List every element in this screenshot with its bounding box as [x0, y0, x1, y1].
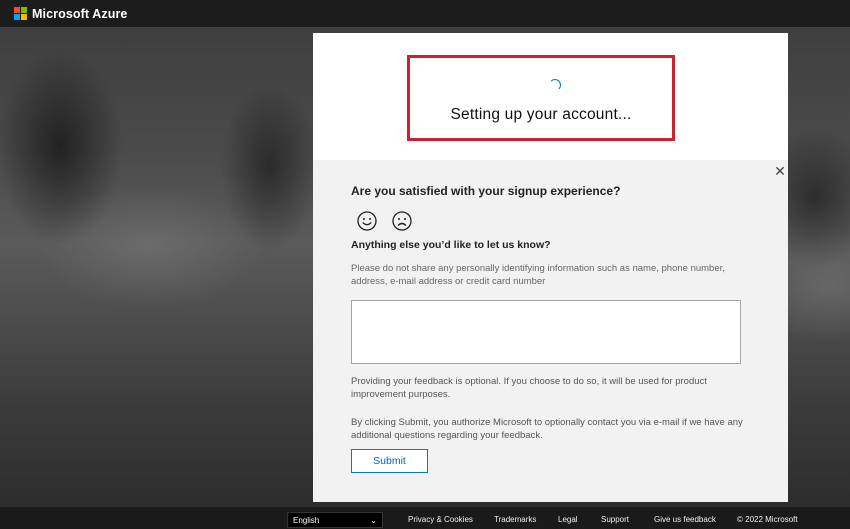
frown-icon[interactable]: [391, 210, 413, 232]
legal-link[interactable]: Legal: [558, 515, 578, 524]
footer: English ⌄ Privacy & Cookies Trademarks L…: [0, 507, 850, 529]
language-value: English: [293, 515, 320, 525]
highlight-box: [407, 55, 675, 141]
language-select[interactable]: English ⌄: [287, 512, 383, 528]
submit-button[interactable]: Submit: [351, 449, 428, 473]
status-text: Setting up your account...: [450, 106, 632, 123]
microsoft-logo-icon: [14, 7, 27, 20]
feedback-input[interactable]: [351, 300, 741, 364]
smile-icon[interactable]: [356, 210, 378, 232]
loading-spinner-icon: [549, 79, 561, 91]
feedback-panel: ✕ Are you satisfied with your signup exp…: [313, 160, 788, 502]
close-icon[interactable]: ✕: [773, 164, 787, 178]
brand-title: Microsoft Azure: [32, 6, 128, 21]
optional-note: Providing your feedback is optional. If …: [351, 376, 707, 400]
top-bar: Microsoft Azure: [0, 0, 850, 27]
give-feedback-link[interactable]: Give us feedback: [654, 515, 716, 524]
privacy-hint: Please do not share any personally ident…: [351, 263, 725, 287]
support-link[interactable]: Support: [601, 515, 629, 524]
trademarks-link[interactable]: Trademarks: [494, 515, 536, 524]
satisfaction-question: Are you satisfied with your signup exper…: [351, 184, 621, 198]
followup-question: Anything else you’d like to let us know?: [351, 239, 551, 251]
signup-dialog: Setting up your account... ✕ Are you sat…: [313, 33, 788, 502]
consent-note: By clicking Submit, you authorize Micros…: [351, 417, 743, 441]
privacy-link[interactable]: Privacy & Cookies: [408, 515, 473, 524]
status-area: Setting up your account...: [313, 33, 788, 160]
chevron-down-icon: ⌄: [370, 515, 377, 525]
copyright: © 2022 Microsoft: [737, 515, 798, 524]
